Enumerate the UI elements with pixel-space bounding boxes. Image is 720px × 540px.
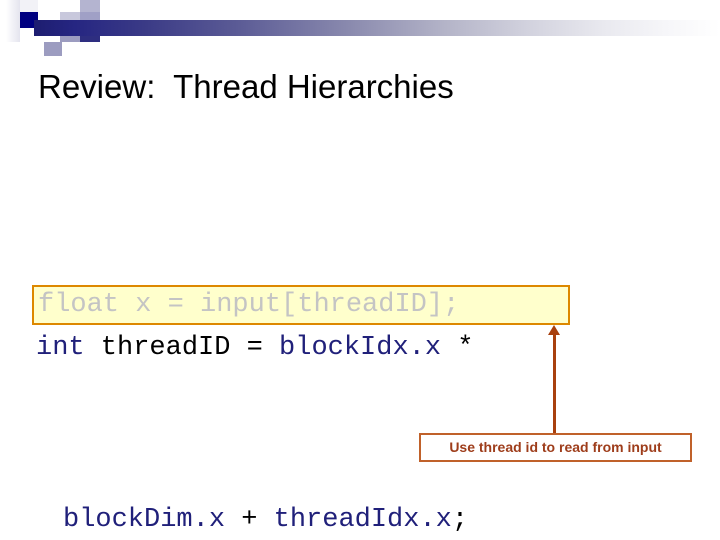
banner-square-fade	[6, 0, 20, 42]
callout-arrow-icon	[548, 325, 560, 335]
banner-square-white	[40, 0, 60, 12]
banner-square-lavender-top	[80, 0, 100, 12]
code-line: int threadID = blockIdx.x *	[36, 327, 686, 370]
callout-label: Use thread id to read from input	[419, 433, 692, 462]
code-token-plain: =	[246, 333, 280, 363]
callout-connector-line	[553, 333, 556, 434]
code-token-keyword: blockIdx.x	[279, 333, 442, 363]
banner-square-lower	[44, 42, 62, 56]
banner-gradient-bar	[34, 20, 720, 36]
code-block: int threadID = blockIdx.x * blockDim.x +…	[36, 198, 686, 540]
code-token-keyword: int	[36, 333, 85, 363]
code-token-plain: *	[441, 333, 474, 363]
code-token-plain: threadID	[84, 333, 247, 363]
code-token-plain: +	[225, 505, 274, 535]
code-token-plain: ;	[451, 505, 469, 535]
slide-banner	[0, 0, 720, 56]
code-token-keyword: blockDim.x	[63, 505, 226, 535]
slide: Review: Thread Hierarchies int threadID …	[0, 0, 720, 540]
code-line: blockDim.x + threadIdx.x;	[36, 499, 686, 540]
page-title: Review: Thread Hierarchies	[38, 68, 454, 105]
highlighted-code-line: float x = input[threadID];	[38, 290, 460, 320]
code-token-keyword: threadIdx.x	[273, 505, 452, 535]
banner-square-pale	[20, 0, 38, 12]
